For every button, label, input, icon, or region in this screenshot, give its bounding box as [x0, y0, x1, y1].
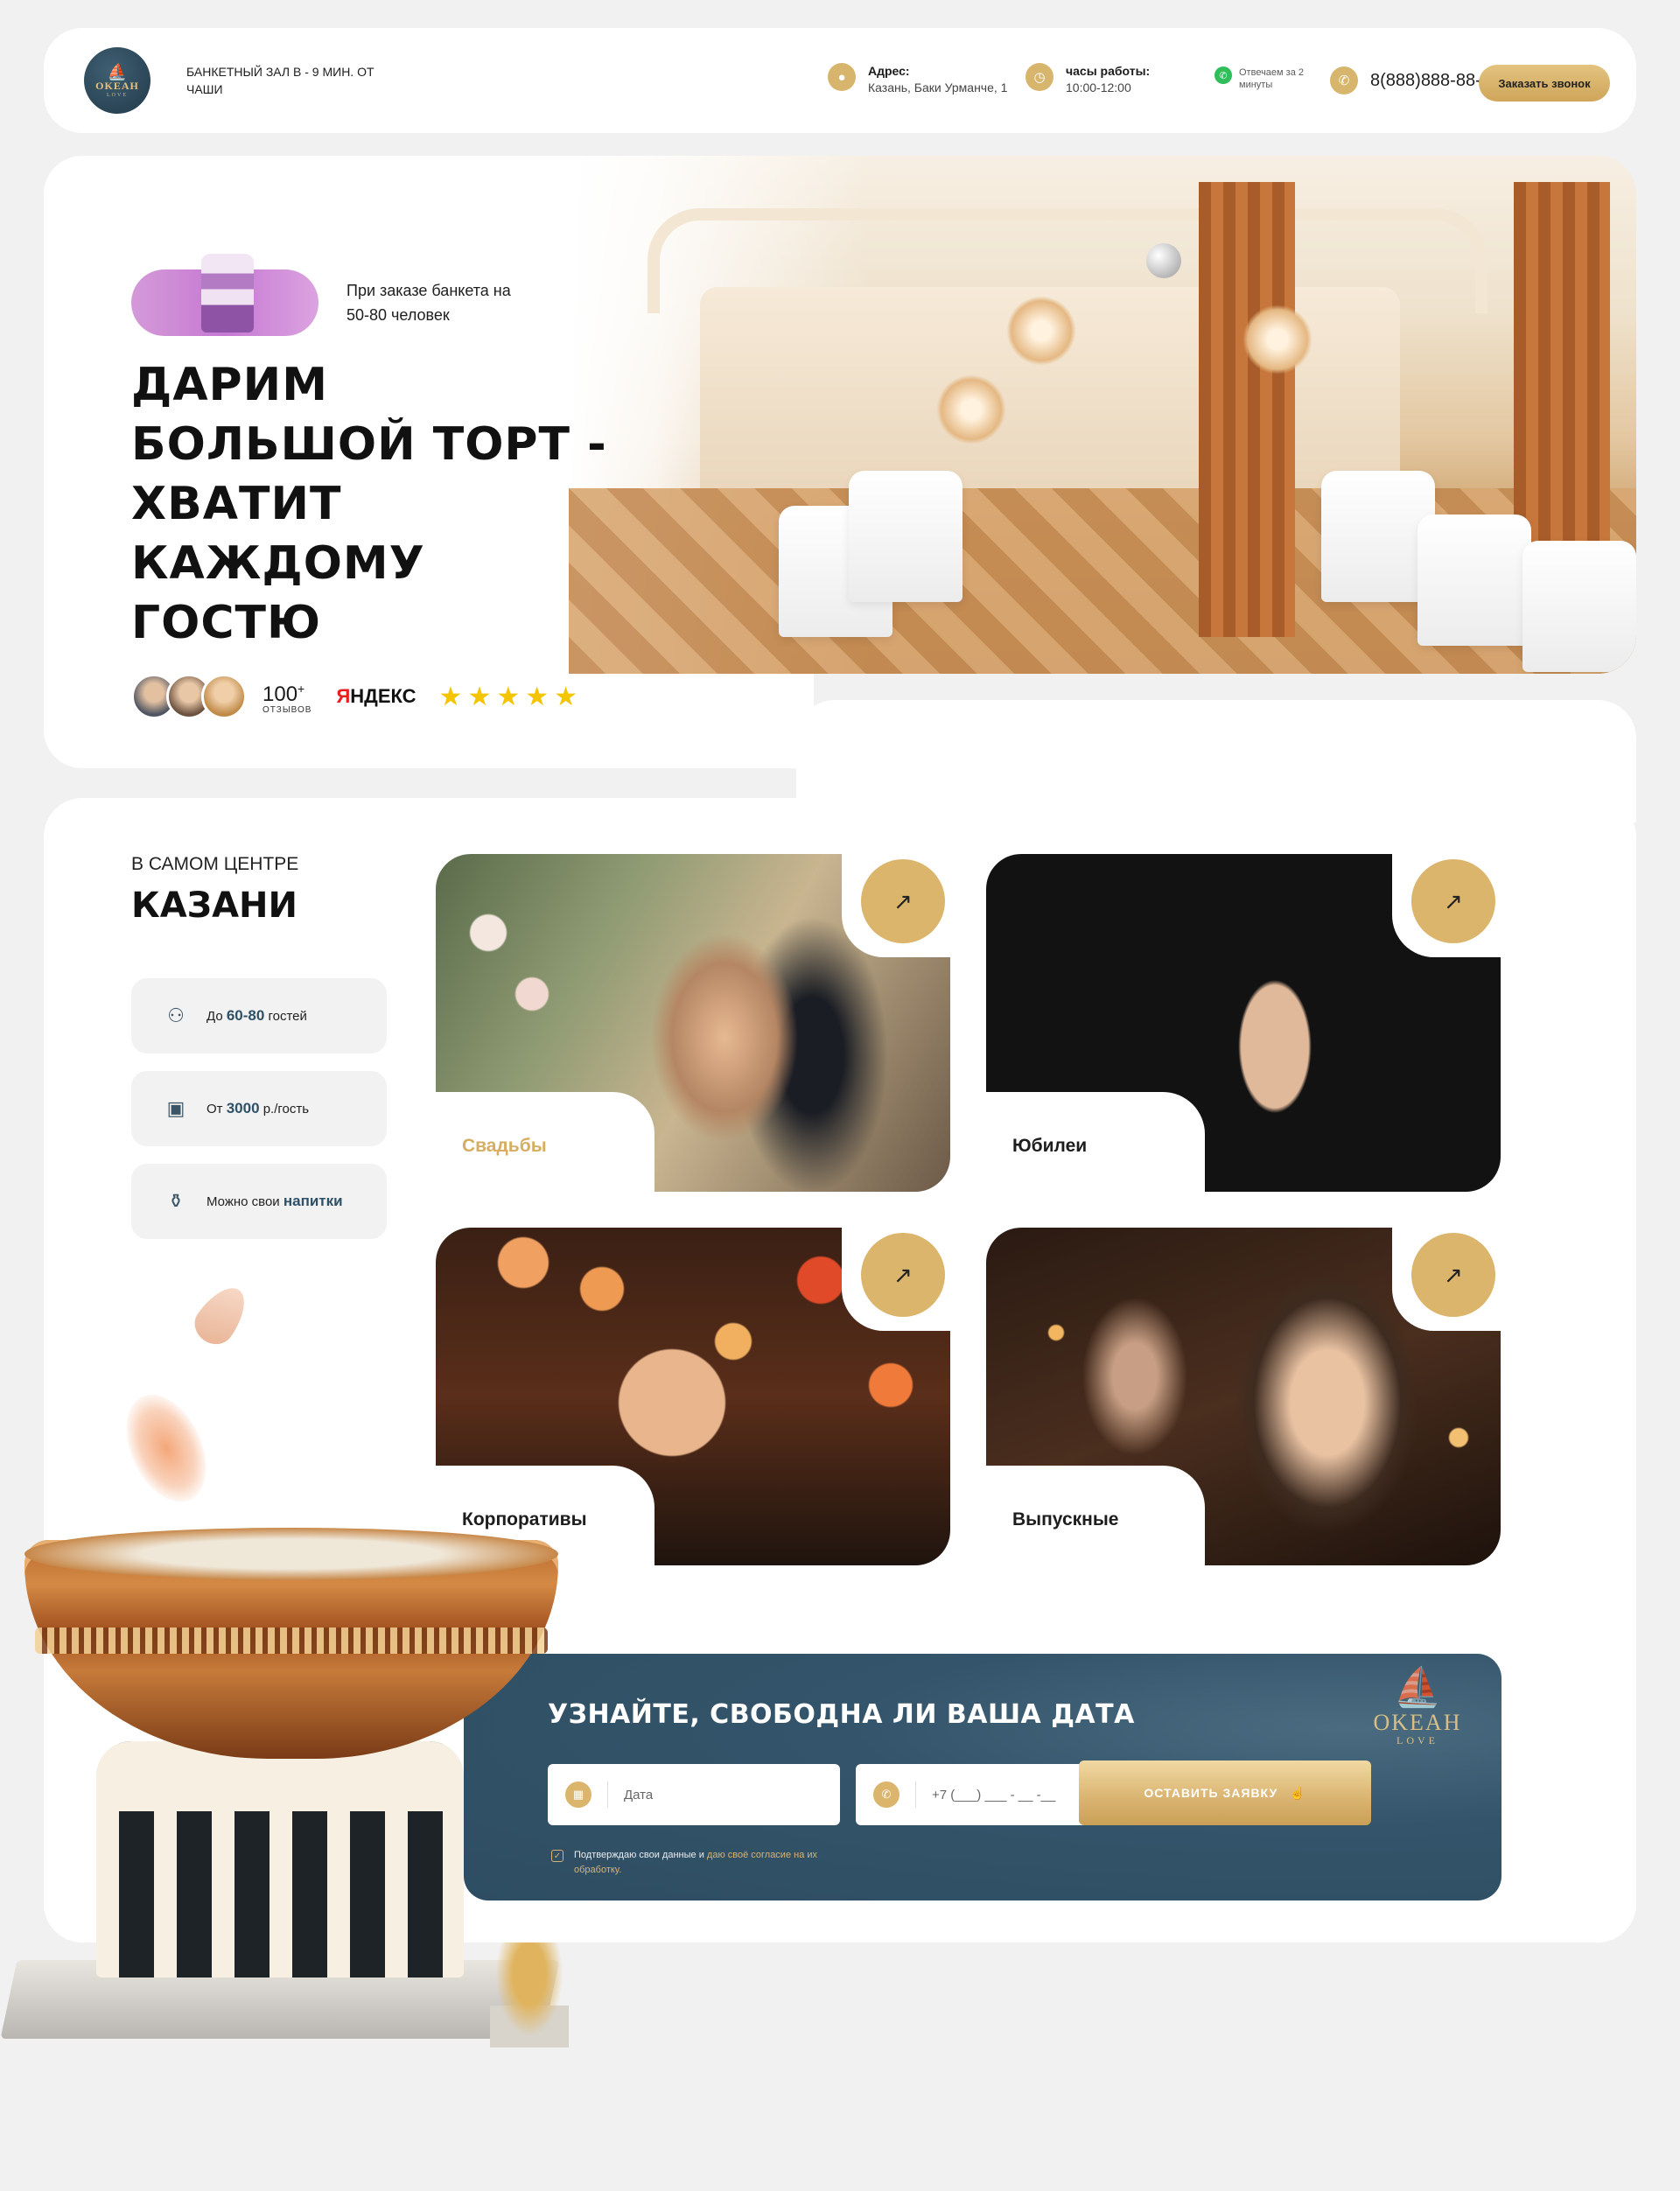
whatsapp-note: Отвечаем за 2 минуты — [1239, 67, 1304, 90]
avatar — [201, 674, 247, 719]
arrow-icon[interactable]: ↗ — [1411, 1233, 1495, 1317]
star-icon: ★ — [438, 682, 463, 711]
bottle-icon: ⚱ — [167, 1190, 185, 1212]
rating-stars: ★ ★ ★ ★ ★ — [439, 682, 578, 712]
pointer-icon: ☝ — [1290, 1785, 1306, 1800]
arrow-icon[interactable]: ↗ — [861, 1233, 945, 1317]
feature-drinks: ⚱ Можно свои напитки — [131, 1164, 387, 1239]
hero-title: ДАРИМ БОЛЬШОЙ ТОРТ - ХВАТИТ КАЖДОМУ ГОСТ… — [131, 359, 607, 649]
star-icon: ★ — [554, 682, 578, 711]
yandex-logo: ЯНДЕКС — [336, 685, 416, 707]
logo-title: OKEAH — [95, 79, 139, 92]
event-label[interactable]: Выпускные — [1012, 1509, 1118, 1530]
consent[interactable]: ✓ Подтверждаю свои данные и даю своё сог… — [551, 1848, 866, 1878]
hero-section: При заказе банкета на 50-80 человек ДАРИ… — [44, 156, 1636, 768]
banquet-hall-photo — [569, 156, 1636, 674]
location-pin-icon: ● — [828, 63, 856, 91]
order-call-button[interactable]: Заказать звонок — [1479, 65, 1610, 102]
cake-image — [131, 254, 318, 336]
reviews-label: ОТЗЫВОВ — [262, 705, 312, 715]
address-value[interactable]: Казань, Баки Урманче, 1 — [868, 79, 1007, 96]
event-label[interactable]: Корпоративы — [462, 1509, 587, 1530]
winged-statue — [490, 1942, 569, 2048]
whatsapp-block[interactable]: ✆ Отвечаем за 2 минуты — [1214, 66, 1309, 91]
site-header: ⛵ OKEAH LOVE БАНКЕТНЫЙ ЗАЛ В - 9 МИН. ОТ… — [44, 28, 1636, 133]
location-subtitle: В САМОМ ЦЕНТРЕ — [131, 854, 299, 874]
event-card-graduations[interactable]: Выпускные ↗ — [986, 1228, 1501, 1565]
star-icon: ★ — [467, 682, 492, 711]
submit-button[interactable]: ОСТАВИТЬ ЗАЯВКУ ☝ — [1079, 1760, 1371, 1825]
reviewer-avatars — [131, 674, 247, 719]
date-input[interactable] — [624, 1787, 816, 1802]
hours-label: часы работы: — [1066, 64, 1151, 78]
event-card-weddings[interactable]: Свадьбы ↗ — [436, 854, 950, 1192]
event-card-corporates[interactable]: Корпоративы ↗ — [436, 1228, 950, 1565]
star-icon: ★ — [525, 682, 550, 711]
event-label[interactable]: Юбилеи — [1012, 1136, 1087, 1157]
logo[interactable]: ⛵ OKEAH LOVE — [84, 47, 150, 114]
phone-icon: ✆ — [873, 1782, 900, 1808]
arrow-icon[interactable]: ↗ — [861, 859, 945, 943]
feature-guests: ⚇ До 60-80 гостей — [131, 978, 387, 1054]
address-label: Адрес: — [868, 64, 910, 78]
date-field[interactable]: ▦ — [548, 1764, 840, 1825]
location-title: КАЗАНИ — [131, 886, 298, 926]
disco-ball — [1146, 243, 1181, 278]
feature-price: ▣ От 3000 р./гость — [131, 1071, 387, 1146]
hours-block: ◷ часы работы: 10:00-12:00 — [1026, 63, 1150, 96]
whatsapp-icon[interactable]: ✆ — [1214, 66, 1232, 84]
ship-icon: ⛵ — [1393, 1666, 1442, 1709]
wallet-icon: ▣ — [166, 1097, 186, 1119]
date-check-form: УЗНАЙТЕ, СВОБОДНА ЛИ ВАША ДАТА ⛵ OKEAH L… — [464, 1654, 1502, 1900]
event-card-jubilees[interactable]: Юбилеи ↗ — [986, 854, 1501, 1192]
offer-text: При заказе банкета на 50-80 человек — [346, 282, 511, 324]
clock-icon: ◷ — [1026, 63, 1054, 91]
form-title: УЗНАЙТЕ, СВОБОДНА ЛИ ВАША ДАТА — [548, 1699, 1135, 1730]
reviews-block[interactable]: 100+ ОТЗЫВОВ ЯНДЕКС ★ ★ ★ ★ ★ — [131, 674, 578, 719]
phone-block[interactable]: ✆ 8(888)888-88-88 — [1330, 66, 1501, 94]
phone-icon: ✆ — [1330, 66, 1358, 94]
logo-subtitle: LOVE — [107, 92, 128, 98]
star-icon: ★ — [496, 682, 521, 711]
hours-value: 10:00-12:00 — [1066, 80, 1131, 94]
form-logo: ⛵ OKEAH LOVE — [1356, 1664, 1479, 1747]
kazan-bowl-image — [0, 1528, 578, 2100]
tagline: БАНКЕТНЫЙ ЗАЛ В - 9 МИН. ОТ ЧАШИ — [186, 65, 374, 96]
cake-offer: При заказе банкета на 50-80 человек — [131, 254, 522, 336]
address-block: ● Адрес: Казань, Баки Урманче, 1 — [828, 63, 1007, 96]
arrow-icon[interactable]: ↗ — [1411, 859, 1495, 943]
event-label[interactable]: Свадьбы — [462, 1136, 547, 1157]
ship-icon: ⛵ — [107, 62, 128, 80]
guests-icon: ⚇ — [167, 1004, 185, 1026]
reviews-count: 100+ ОТЗЫВОВ — [262, 682, 312, 715]
